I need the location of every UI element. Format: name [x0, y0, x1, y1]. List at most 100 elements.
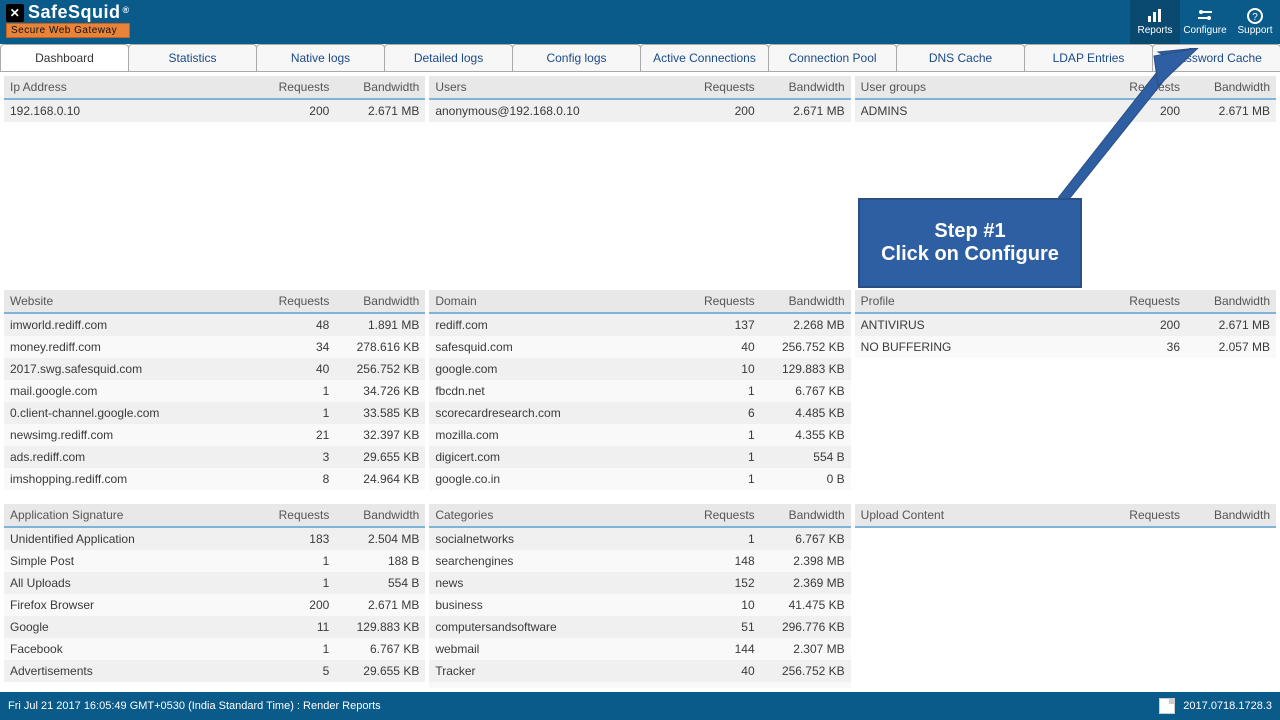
cell-name: Facebook — [10, 642, 249, 656]
callout-line2: Click on Configure — [881, 243, 1059, 266]
table-row[interactable]: digicert.com1554 B — [429, 446, 850, 468]
tab-connection-pool[interactable]: Connection Pool — [768, 44, 897, 71]
panel-header: WebsiteRequestsBandwidth — [4, 290, 425, 314]
cell-requests: 1 — [675, 428, 755, 442]
cell-requests: 48 — [249, 318, 329, 332]
cell-requests: 200 — [249, 104, 329, 118]
table-row[interactable]: webmail1442.307 MB — [429, 638, 850, 660]
table-row[interactable]: Simple Post1188 B — [4, 550, 425, 572]
cell-name: Firefox Browser — [10, 598, 249, 612]
tab-dns-cache[interactable]: DNS Cache — [896, 44, 1025, 71]
cell-bandwidth: 32.397 KB — [329, 428, 419, 442]
table-row[interactable]: Google11129.883 KB — [4, 616, 425, 638]
cell-requests: 1 — [249, 642, 329, 656]
cell-name: money.rediff.com — [10, 340, 249, 354]
table-row[interactable]: searchengines1482.398 MB — [429, 550, 850, 572]
col-bandwidth: Bandwidth — [335, 290, 425, 312]
cell-bandwidth: 2.671 MB — [1180, 318, 1270, 332]
table-row[interactable]: google.com10129.883 KB — [429, 358, 850, 380]
table-row[interactable]: newsimg.rediff.com2132.397 KB — [4, 424, 425, 446]
col-requests: Requests — [1106, 504, 1186, 526]
table-row[interactable]: socialnetworks16.767 KB — [429, 528, 850, 550]
panel-application-signature: Application SignatureRequestsBandwidthUn… — [4, 504, 425, 688]
status-bar: Fri Jul 21 2017 16:05:49 GMT+0530 (India… — [0, 692, 1280, 720]
table-row[interactable]: business1041.475 KB — [429, 594, 850, 616]
tab-active-connections[interactable]: Active Connections — [640, 44, 769, 71]
tab-dashboard[interactable]: Dashboard — [0, 44, 129, 71]
callout-arrow-icon — [1058, 48, 1218, 210]
table-row[interactable]: google996.298 KB — [429, 682, 850, 688]
table-row[interactable]: money.rediff.com34278.616 KB — [4, 336, 425, 358]
sliders-icon — [1197, 8, 1213, 24]
panel-body: socialnetworks16.767 KBsearchengines1482… — [429, 528, 850, 688]
cell-bandwidth: 34.726 KB — [329, 384, 419, 398]
cell-name: webmail — [435, 642, 674, 656]
table-row[interactable]: computersandsoftware51296.776 KB — [429, 616, 850, 638]
table-row[interactable]: ads.rediff.com329.655 KB — [4, 446, 425, 468]
table-row[interactable]: NO BUFFERING362.057 MB — [855, 336, 1276, 358]
table-row[interactable]: Unidentified Application1832.504 MB — [4, 528, 425, 550]
panel-upload-content: Upload ContentRequestsBandwidth — [855, 504, 1276, 688]
cell-bandwidth: 41.475 KB — [755, 598, 845, 612]
table-row[interactable]: anonymous@192.168.0.102002.671 MB — [429, 100, 850, 122]
table-row[interactable]: mozilla.com14.355 KB — [429, 424, 850, 446]
col-bandwidth: Bandwidth — [1186, 504, 1276, 526]
table-row[interactable]: google.co.in10 B — [429, 468, 850, 490]
cell-bandwidth: 2.369 MB — [755, 576, 845, 590]
nav-support[interactable]: ? Support — [1230, 0, 1280, 44]
table-row[interactable]: Tracker40256.752 KB — [429, 660, 850, 682]
brand-tagline: Secure Web Gateway — [6, 23, 130, 38]
cell-name: scorecardresearch.com — [435, 406, 674, 420]
table-row[interactable]: Facebook16.767 KB — [4, 638, 425, 660]
cell-name: rediff.com — [435, 318, 674, 332]
brand-text: SafeSquid — [28, 2, 121, 23]
brand-name: ✕ SafeSquid ® — [6, 2, 130, 23]
table-row[interactable]: safesquid.com40256.752 KB — [429, 336, 850, 358]
cell-bandwidth: 6.767 KB — [329, 642, 419, 656]
col-bandwidth: Bandwidth — [761, 76, 851, 98]
cell-bandwidth: 129.883 KB — [329, 620, 419, 634]
table-row[interactable]: news1522.369 MB — [429, 572, 850, 594]
cell-requests: 10 — [675, 362, 755, 376]
cell-name: mozilla.com — [435, 428, 674, 442]
col-bandwidth: Bandwidth — [335, 76, 425, 98]
table-row[interactable]: scorecardresearch.com64.485 KB — [429, 402, 850, 424]
nav-reports[interactable]: Reports — [1130, 0, 1180, 44]
table-row[interactable]: imworld.rediff.com481.891 MB — [4, 314, 425, 336]
tab-native-logs[interactable]: Native logs — [256, 44, 385, 71]
bar-chart-icon — [1147, 8, 1163, 24]
cell-name: Unidentified Application — [10, 532, 249, 546]
table-row[interactable]: 0.client-channel.google.com133.585 KB — [4, 402, 425, 424]
cell-name: 2017.swg.safesquid.com — [10, 362, 249, 376]
table-row[interactable]: fbcdn.net16.767 KB — [429, 380, 850, 402]
nav-configure[interactable]: Configure — [1180, 0, 1230, 44]
cell-bandwidth: 2.307 MB — [755, 642, 845, 656]
table-row[interactable]: 192.168.0.102002.671 MB — [4, 100, 425, 122]
cell-bandwidth: 6.767 KB — [755, 384, 845, 398]
cell-bandwidth: 24.964 KB — [329, 472, 419, 486]
table-row[interactable]: 2017.swg.safesquid.com40256.752 KB — [4, 358, 425, 380]
tab-config-logs[interactable]: Config logs — [512, 44, 641, 71]
col-title: Users — [429, 76, 680, 98]
table-row[interactable]: Firefox Browser2002.671 MB — [4, 594, 425, 616]
cell-name: news — [435, 576, 674, 590]
cell-bandwidth: 256.752 KB — [755, 664, 845, 678]
tab-statistics[interactable]: Statistics — [128, 44, 257, 71]
panel-header: Upload ContentRequestsBandwidth — [855, 504, 1276, 528]
cell-bandwidth: 256.752 KB — [755, 340, 845, 354]
cell-bandwidth: 278.616 KB — [329, 340, 419, 354]
table-row[interactable]: imshopping.rediff.com824.964 KB — [4, 468, 425, 490]
table-row[interactable]: mail.google.com134.726 KB — [4, 380, 425, 402]
col-title: Ip Address — [4, 76, 255, 98]
cell-bandwidth: 0 B — [755, 472, 845, 486]
cell-requests: 51 — [675, 620, 755, 634]
cell-bandwidth: 129.883 KB — [755, 362, 845, 376]
nav-reports-label: Reports — [1137, 25, 1172, 36]
document-icon[interactable] — [1159, 698, 1175, 714]
table-row[interactable]: ANTIVIRUS2002.671 MB — [855, 314, 1276, 336]
table-row[interactable]: Advertisements529.655 KB — [4, 660, 425, 682]
table-row[interactable]: rediff.com1372.268 MB — [429, 314, 850, 336]
table-row[interactable]: All Uploads1554 B — [4, 572, 425, 594]
cell-requests: 1 — [675, 532, 755, 546]
tab-detailed-logs[interactable]: Detailed logs — [384, 44, 513, 71]
